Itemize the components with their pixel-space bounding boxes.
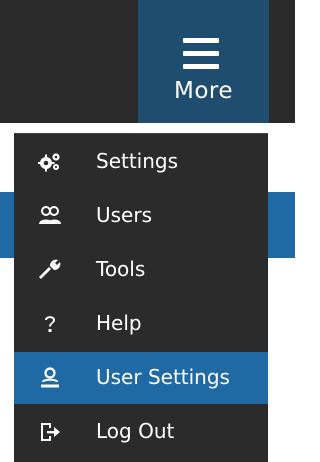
users-icon	[39, 206, 61, 224]
question-icon	[45, 316, 55, 332]
hamburger-menu-icon[interactable]	[183, 38, 219, 69]
logout-icon	[41, 423, 60, 441]
menu-item-settings[interactable]: Settings	[14, 136, 268, 188]
menu-item-help[interactable]: Help	[14, 298, 268, 350]
menu-item-users[interactable]: Users	[14, 190, 268, 242]
more-dropdown-menu: Settings Users Tools Help User Settings …	[14, 133, 268, 462]
wrench-icon	[39, 259, 61, 279]
menu-item-user-settings[interactable]: User Settings	[14, 352, 268, 404]
more-label[interactable]: More	[138, 78, 269, 104]
user-icon	[41, 367, 59, 388]
menu-item-log-out[interactable]: Log Out	[14, 406, 268, 458]
gears-icon	[38, 153, 60, 172]
menu-item-label: User Settings	[96, 365, 230, 389]
menu-item-tools[interactable]: Tools	[14, 244, 268, 296]
menu-item-label: Help	[96, 311, 142, 335]
menu-item-label: Tools	[96, 257, 146, 281]
menu-item-label: Settings	[96, 149, 179, 173]
menu-item-label: Users	[96, 203, 153, 227]
menu-item-label: Log Out	[96, 419, 175, 443]
